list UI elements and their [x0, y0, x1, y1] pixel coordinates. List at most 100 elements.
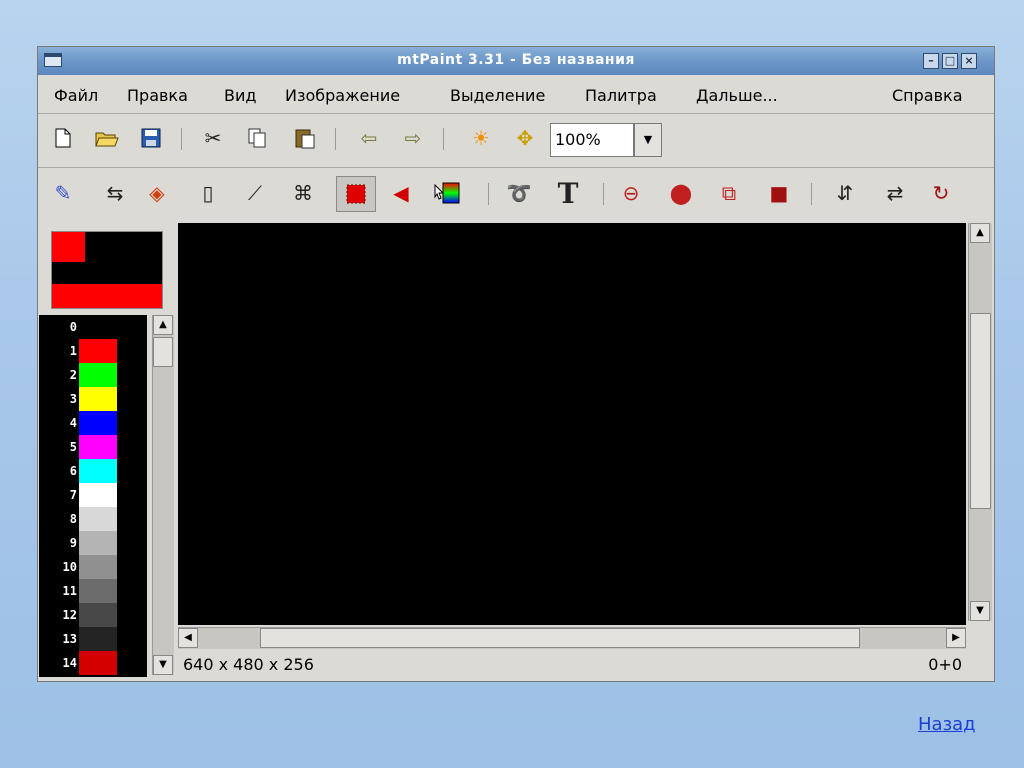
- divider: [38, 167, 994, 168]
- palette-swatch[interactable]: [79, 387, 117, 411]
- palette-swatch[interactable]: [79, 531, 117, 555]
- palette-scrollbar[interactable]: ▲ ▼: [152, 315, 174, 675]
- brightness-icon[interactable]: ☀: [466, 123, 496, 153]
- scroll-down-icon[interactable]: ▼: [970, 601, 990, 621]
- palette-entry[interactable]: 0: [39, 315, 147, 339]
- foreground-color-swatch[interactable]: [52, 232, 85, 262]
- back-link[interactable]: Назад: [918, 714, 976, 735]
- palette-swatch[interactable]: [79, 315, 117, 339]
- pencil-icon[interactable]: ✎: [48, 178, 78, 208]
- ellipse-fill-icon[interactable]: ⬤: [666, 178, 696, 208]
- flip-vertical-icon[interactable]: ⇵: [830, 178, 860, 208]
- palette-swatch[interactable]: [79, 507, 117, 531]
- rect-outline-icon[interactable]: ⧉: [714, 178, 744, 208]
- palette-index: 14: [62, 656, 77, 670]
- fill-icon[interactable]: ◈: [142, 178, 172, 208]
- palette-entry[interactable]: 13: [39, 627, 147, 651]
- scroll-up-icon[interactable]: ▲: [970, 223, 990, 243]
- title-bar[interactable]: mtPaint 3.31 - Без названия – □ ×: [38, 47, 994, 75]
- palette-swatch[interactable]: [79, 411, 117, 435]
- palette-swatch[interactable]: [79, 651, 117, 675]
- rotate-icon[interactable]: ↻: [926, 178, 956, 208]
- palette-index: 9: [69, 536, 77, 550]
- menu-help[interactable]: Справка: [892, 86, 963, 105]
- scroll-thumb[interactable]: [260, 628, 860, 648]
- background-color-swatch[interactable]: [52, 284, 162, 308]
- rect-select-icon[interactable]: [336, 176, 376, 212]
- palette-index: 11: [62, 584, 77, 598]
- palette-entry[interactable]: 1: [39, 339, 147, 363]
- palette-entry[interactable]: 9: [39, 531, 147, 555]
- color-preview[interactable]: [51, 231, 163, 309]
- palette-swatch[interactable]: [79, 603, 117, 627]
- palette-index: 7: [69, 488, 77, 502]
- minimize-icon[interactable]: –: [923, 53, 939, 69]
- redo-icon[interactable]: ⇨: [398, 123, 428, 153]
- pan-icon[interactable]: ✥: [510, 123, 540, 153]
- palette-entry[interactable]: 6: [39, 459, 147, 483]
- paste-icon[interactable]: [290, 123, 320, 153]
- palette-index: 0: [69, 320, 77, 334]
- palette-entry[interactable]: 8: [39, 507, 147, 531]
- scroll-thumb[interactable]: [153, 337, 173, 367]
- menu-image[interactable]: Изображение: [285, 86, 400, 105]
- flip-horizontal-icon[interactable]: ⇄: [880, 178, 910, 208]
- palette-swatch[interactable]: [79, 555, 117, 579]
- palette-entry[interactable]: 2: [39, 363, 147, 387]
- lasso-icon[interactable]: ➰: [504, 178, 534, 208]
- canvas-horizontal-scrollbar[interactable]: ◀ ▶: [178, 627, 966, 649]
- palette-swatch[interactable]: [79, 435, 117, 459]
- toolbar-separator: [443, 128, 444, 150]
- shuffle-icon[interactable]: ⇆: [100, 178, 130, 208]
- rect-fill-icon[interactable]: ■: [764, 178, 794, 208]
- gradient-icon[interactable]: [432, 178, 462, 208]
- menu-selection[interactable]: Выделение: [450, 86, 545, 105]
- save-icon[interactable]: [136, 123, 166, 153]
- palette-swatch[interactable]: [79, 627, 117, 651]
- palette-entry[interactable]: 12: [39, 603, 147, 627]
- menu-edit[interactable]: Правка: [127, 86, 188, 105]
- palette-list: 0 1 2 3 4 5 6 7 8 9 10 11 12 13 14: [39, 315, 147, 677]
- scroll-down-icon[interactable]: ▼: [153, 655, 173, 675]
- scroll-up-icon[interactable]: ▲: [153, 315, 173, 335]
- menu-more[interactable]: Дальше...: [696, 86, 778, 105]
- palette-entry[interactable]: 14: [39, 651, 147, 675]
- palette-swatch[interactable]: [79, 483, 117, 507]
- palette-swatch[interactable]: [79, 579, 117, 603]
- zoom-dropdown-button[interactable]: ▼: [634, 123, 662, 157]
- brush-icon[interactable]: ⟋: [240, 178, 270, 208]
- palette-entry[interactable]: 5: [39, 435, 147, 459]
- status-bar: 640 x 480 x 256 0+0: [178, 651, 994, 677]
- palette-entry[interactable]: 11: [39, 579, 147, 603]
- scroll-thumb[interactable]: [970, 313, 991, 509]
- cut-icon[interactable]: ✂: [198, 123, 228, 153]
- open-folder-icon[interactable]: [92, 123, 122, 153]
- menu-view[interactable]: Вид: [224, 86, 256, 105]
- palette-entry[interactable]: 4: [39, 411, 147, 435]
- palette-swatch[interactable]: [79, 459, 117, 483]
- drawing-canvas[interactable]: [178, 223, 966, 625]
- palette-swatch[interactable]: [79, 363, 117, 387]
- palette-entry[interactable]: 7: [39, 483, 147, 507]
- scroll-left-icon[interactable]: ◀: [178, 628, 198, 648]
- new-file-icon[interactable]: [48, 123, 78, 153]
- canvas-vertical-scrollbar[interactable]: ▲ ▼: [968, 223, 992, 621]
- zoom-field[interactable]: 100%: [550, 123, 634, 157]
- text-icon[interactable]: T: [553, 177, 583, 210]
- close-icon[interactable]: ×: [961, 53, 977, 69]
- scroll-right-icon[interactable]: ▶: [946, 628, 966, 648]
- clone-icon[interactable]: ⌘: [288, 178, 318, 208]
- palette-entry[interactable]: 3: [39, 387, 147, 411]
- menu-file[interactable]: Файл: [54, 86, 98, 105]
- palette-index: 3: [69, 392, 77, 406]
- palette-index: 6: [69, 464, 77, 478]
- palette-entry[interactable]: 10: [39, 555, 147, 579]
- undo-icon[interactable]: ⇦: [354, 123, 384, 153]
- menu-palette[interactable]: Палитра: [585, 86, 657, 105]
- copy-icon[interactable]: [242, 123, 272, 153]
- ellipse-outline-icon[interactable]: ⊖: [616, 178, 646, 208]
- maximize-icon[interactable]: □: [942, 53, 958, 69]
- line-icon[interactable]: ▯: [193, 178, 223, 208]
- polygon-select-icon[interactable]: ◀: [386, 178, 416, 208]
- palette-swatch[interactable]: [79, 339, 117, 363]
